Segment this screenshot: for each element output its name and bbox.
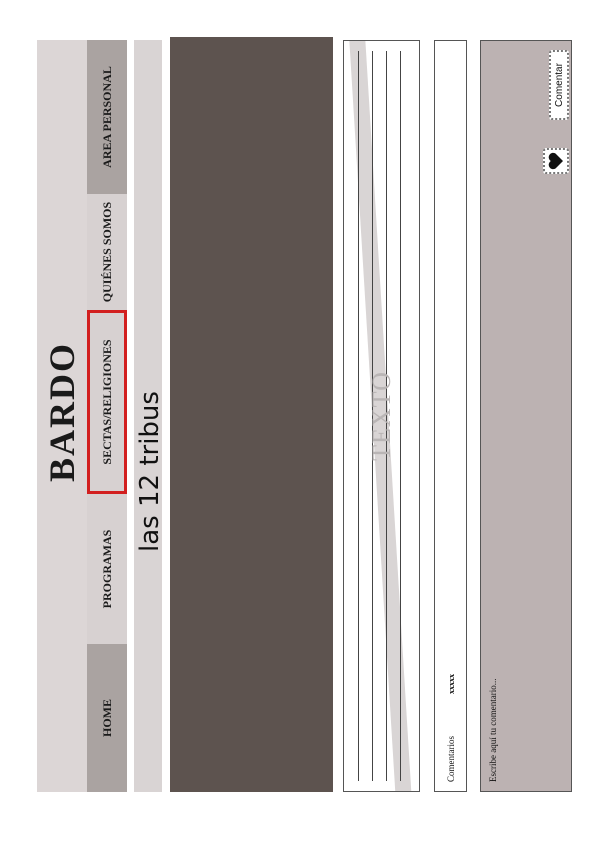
comments-count: xxxxx — [446, 674, 456, 694]
site-title[interactable]: BARDO — [37, 282, 87, 542]
nav-item-area-personal[interactable]: AREA PERSONAL — [87, 40, 127, 194]
main-nav: HOME PROGRAMAS SECTAS/RELIGIONES QUIÉNES… — [87, 40, 127, 792]
nav-item-programas[interactable]: PROGRAMAS — [87, 494, 127, 644]
submit-comment-button[interactable]: Comentar — [549, 50, 569, 120]
text-placeholder-label: TEXTO — [366, 371, 396, 461]
comment-input-placeholder: Escribe aquí tu comentario... — [488, 678, 498, 782]
wireframe-page: BARDO HOME PROGRAMAS SECTAS/RELIGIONES Q… — [0, 0, 595, 842]
nav-item-sectas-religiones[interactable]: SECTAS/RELIGIONES — [87, 310, 127, 494]
like-button[interactable] — [543, 148, 569, 174]
nav-item-home[interactable]: HOME — [87, 644, 127, 792]
text-block: TEXTO — [343, 40, 420, 792]
nav-item-quienes-somos[interactable]: QUIÉNES SOMOS — [87, 194, 127, 310]
heart-icon — [548, 152, 563, 170]
hero-image-placeholder — [170, 37, 333, 792]
comments-label: Comentarios — [446, 736, 456, 782]
page-subtitle: las 12 tribus — [135, 391, 165, 552]
